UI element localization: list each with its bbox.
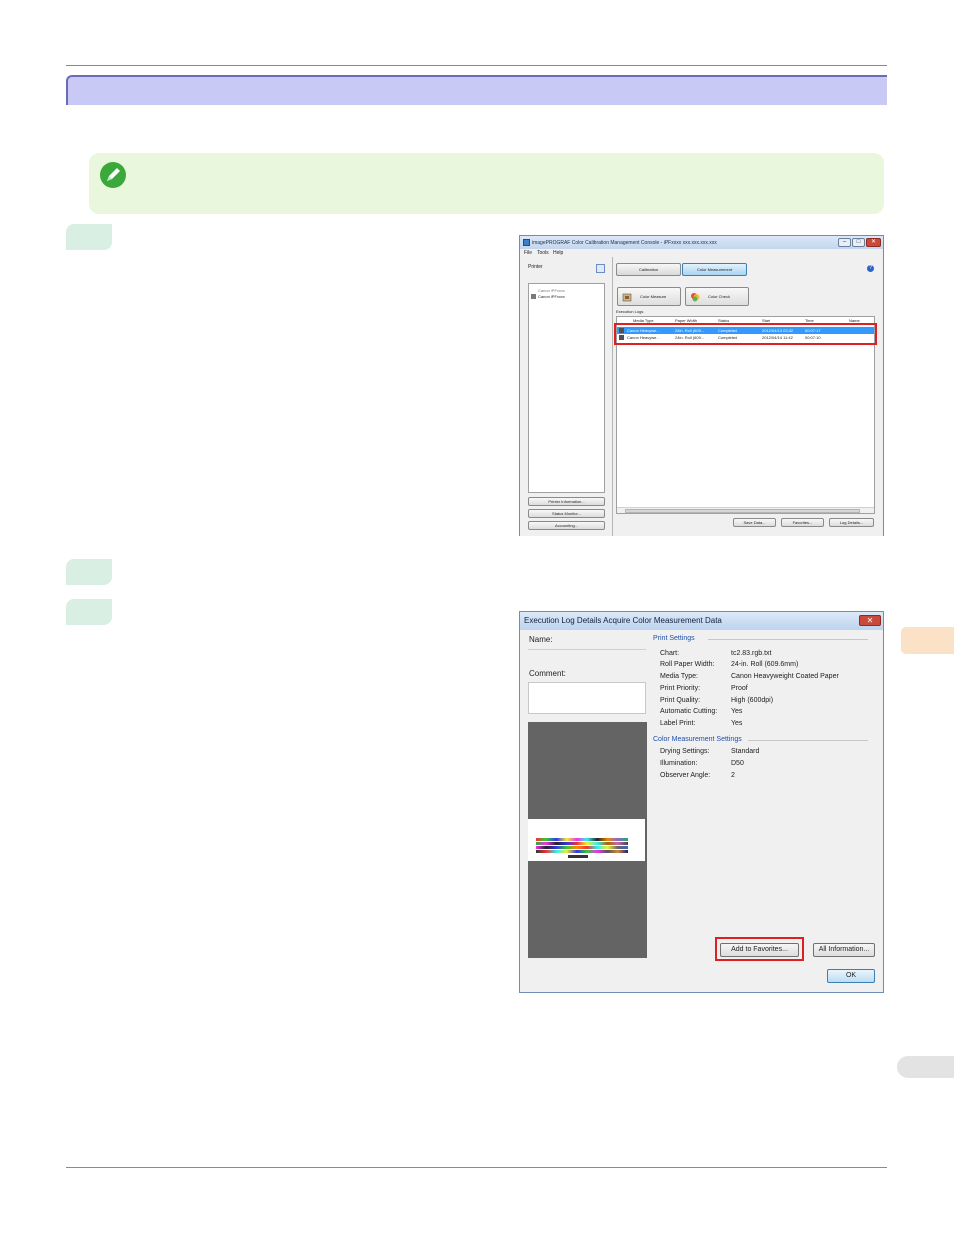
minimize-button[interactable]: – [838,238,851,247]
all-information-button[interactable]: All Information... [813,943,875,957]
horizontal-scrollbar[interactable] [617,507,874,513]
name-label: Name: [529,635,553,644]
menu-help[interactable]: Help [553,250,563,256]
setting-value: tc2.83.rgb.txt [731,650,772,657]
setting-label: Print Priority: [660,685,701,692]
setting-label: Automatic Cutting: [660,708,718,715]
setting-value: 2 [731,772,735,779]
print-settings-rule [708,639,868,640]
dialog-title-bar: Execution Log Details Acquire Color Meas… [520,612,883,630]
execution-logs-label: Execution Logs [616,309,644,314]
app-icon [523,239,530,246]
step-2-tab [66,559,112,585]
save-data-button[interactable]: Save Data... [733,518,776,527]
log-details-button[interactable]: Log Details... [829,518,874,527]
step-1-tab [66,224,112,250]
comment-field[interactable] [528,682,646,714]
preview-sheet [528,819,645,861]
printer-list: Canon iPFxxxx Canon iPFxxxx [528,283,605,493]
management-console-window: imagePROGRAF Color Calibration Managemen… [519,235,884,536]
console-title: imagePROGRAF Color Calibration Managemen… [532,240,717,246]
page-side-pill [897,1056,954,1078]
menu-bar: File Tools Help [520,249,883,257]
printer-icon [531,294,536,299]
setting-value: Standard [731,748,760,755]
execution-log-table: Media Type Paper Width Status Start Time… [616,316,875,514]
console-body: Printer Canon iPFxxxx Canon iPFxxxx Prin… [520,257,883,536]
log-rows-highlight [614,323,877,345]
dialog-close-button[interactable]: ✕ [859,615,881,626]
color-check-icon [691,293,700,302]
printer-pane: Printer Canon iPFxxxx Canon iPFxxxx Prin… [525,260,610,534]
setting-label: Roll Paper Width: [660,661,715,668]
print-settings-title: Print Settings [653,635,695,642]
tab-color-measurement[interactable]: Color Measurement [682,263,747,276]
setting-value: Canon Heavyweight Coated Paper [731,673,839,680]
setting-value: Proof [731,685,748,692]
setting-value: High (600dpi) [731,697,774,704]
setting-label: Chart: [660,650,680,657]
add-to-favorites-highlight [715,937,804,961]
color-patch-strip [536,846,628,849]
step-3-tab [66,599,112,625]
color-measure-icon [622,293,632,302]
color-patch-strip [536,842,628,845]
favorites-button[interactable]: Favorites... [781,518,824,527]
color-patch-strip [536,838,628,841]
console-title-bar: imagePROGRAF Color Calibration Managemen… [520,236,883,249]
setting-value: 24-in. Roll (609.6mm) [731,661,799,668]
ok-button[interactable]: OK [827,969,875,983]
setting-value: Yes [731,720,743,727]
color-patch-strip [568,855,588,858]
setting-value: Yes [731,708,743,715]
maximize-button[interactable]: □ [852,238,865,247]
color-patch-strip [536,850,628,853]
color-settings-title: Color Measurement Settings [653,736,742,743]
name-separator [528,649,646,650]
measurement-pane: Calibration Color Measurement ? Color Me… [615,260,880,534]
setting-label: Label Print: [660,720,696,727]
setting-label: Drying Settings: [660,748,710,755]
note-pencil-icon [100,162,126,188]
close-button[interactable]: ✕ [866,238,881,247]
color-check-label: Color Check [708,294,731,299]
setting-label: Media Type: [660,673,699,680]
setting-value: D50 [731,760,744,767]
status-monitor-button[interactable]: Status Monitor... [528,509,605,518]
menu-tools[interactable]: Tools [537,250,549,256]
help-icon[interactable]: ? [867,265,874,272]
setting-label: Observer Angle: [660,772,711,779]
pane-splitter[interactable] [612,257,613,536]
comment-label: Comment: [529,669,566,678]
setting-label: Illumination: [660,760,698,767]
color-settings-rule [748,740,868,741]
printer-label: Printer [528,264,543,270]
chart-preview-image [528,722,647,958]
color-measure-button[interactable]: Color Measure [617,287,681,306]
tab-calibration[interactable]: Calibration [616,263,681,276]
note-box [89,153,884,214]
chapter-side-tab [901,627,954,654]
accounting-button[interactable]: Accounting... [528,521,605,530]
scrollbar-thumb[interactable] [625,509,860,513]
menu-file[interactable]: File [524,250,532,256]
setting-label: Print Quality: [660,697,701,704]
section-heading-bar [66,75,887,105]
log-details-dialog: Execution Log Details Acquire Color Meas… [519,611,884,993]
printer-group: Canon iPFxxxx [538,288,565,293]
top-rule [66,65,887,66]
dialog-title: Execution Log Details Acquire Color Meas… [524,616,722,625]
bottom-rule [66,1167,887,1168]
printer-item-label: Canon iPFxxxx [538,294,565,299]
refresh-icon[interactable] [596,264,605,273]
printer-information-button[interactable]: Printer Information... [528,497,605,506]
color-measure-label: Color Measure [640,294,667,299]
printer-item[interactable]: Canon iPFxxxx [531,294,565,299]
color-check-button[interactable]: Color Check [685,287,749,306]
